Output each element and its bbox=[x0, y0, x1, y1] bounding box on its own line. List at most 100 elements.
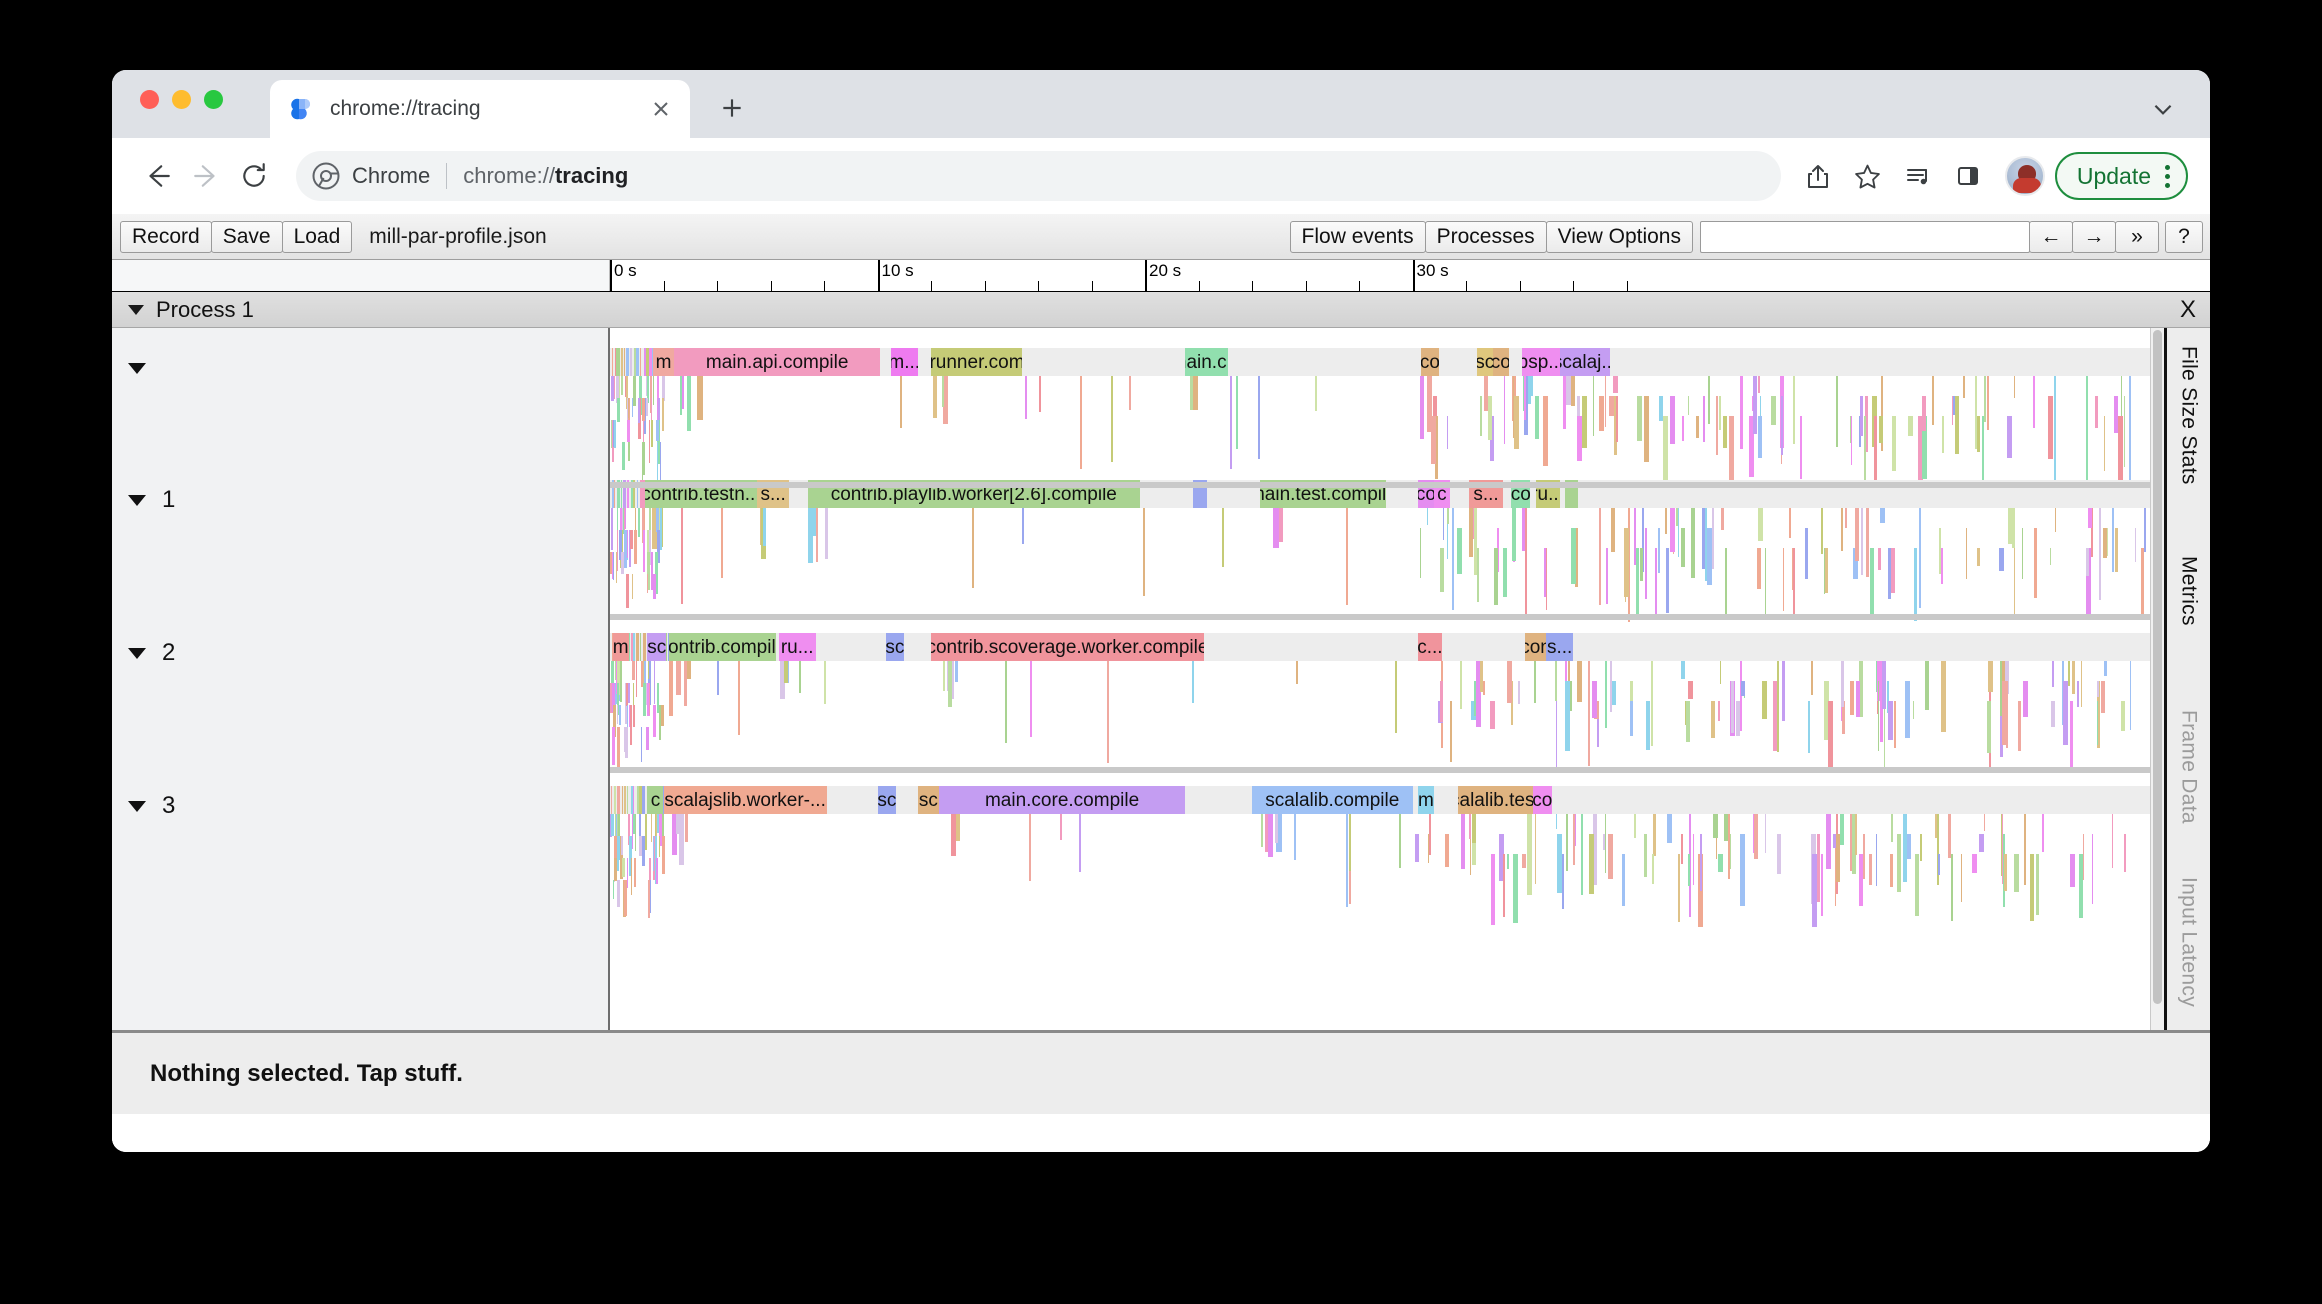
flame-slice[interactable] bbox=[2091, 834, 2093, 904]
flame-slice[interactable] bbox=[956, 814, 960, 842]
flame-slice[interactable] bbox=[1447, 416, 1449, 449]
flame-slice[interactable] bbox=[1874, 416, 1878, 489]
flame-slice[interactable] bbox=[625, 683, 628, 706]
flame-slice[interactable] bbox=[1593, 376, 1595, 436]
flame-slice[interactable] bbox=[1712, 814, 1718, 839]
flame-slice[interactable] bbox=[1487, 396, 1492, 441]
flame-slice[interactable] bbox=[615, 552, 617, 583]
flame-slice[interactable] bbox=[1675, 508, 1678, 527]
flame-slice[interactable]: sc bbox=[1476, 348, 1493, 376]
flame-slice[interactable]: contrib.compile bbox=[668, 633, 776, 661]
flame-slice[interactable]: ru... bbox=[778, 633, 816, 661]
triangle-down-icon[interactable] bbox=[128, 363, 146, 374]
flame-slice[interactable] bbox=[626, 420, 630, 443]
search-overflow-button[interactable]: » bbox=[2115, 220, 2159, 253]
flame-slice[interactable] bbox=[1606, 548, 1609, 605]
flame-slice[interactable] bbox=[1534, 661, 1537, 704]
flame-slice[interactable] bbox=[1817, 834, 1821, 902]
flame-slice[interactable] bbox=[1894, 701, 1897, 748]
flame-slice[interactable]: testrunner.compile bbox=[931, 348, 1022, 376]
flame-slice[interactable] bbox=[638, 836, 642, 857]
flame-slice[interactable] bbox=[1468, 508, 1473, 558]
flame-slice[interactable] bbox=[1739, 376, 1743, 449]
flame-slice[interactable] bbox=[1711, 508, 1714, 570]
flame-slice[interactable] bbox=[1869, 854, 1873, 885]
flame-slice[interactable] bbox=[1905, 681, 1911, 738]
flame-slice[interactable] bbox=[1680, 528, 1685, 567]
flame-slice[interactable] bbox=[617, 530, 619, 571]
flame-slice[interactable] bbox=[2088, 508, 2093, 528]
flame-slice[interactable] bbox=[1981, 416, 1984, 489]
flame-slice[interactable] bbox=[1919, 834, 1922, 861]
flame-slice[interactable] bbox=[629, 705, 631, 728]
flame-slice[interactable] bbox=[679, 376, 683, 415]
flame-slice[interactable]: scalalib.compile bbox=[1252, 786, 1413, 814]
flame-slice[interactable] bbox=[1621, 854, 1625, 906]
flame-slice[interactable] bbox=[955, 661, 959, 682]
flame-slice[interactable] bbox=[2014, 548, 2016, 617]
flame-slice[interactable] bbox=[1527, 814, 1533, 844]
flame-slice[interactable] bbox=[1770, 396, 1776, 425]
flame-slice[interactable] bbox=[1580, 814, 1583, 896]
flame-slice[interactable] bbox=[680, 508, 683, 605]
flame-slice[interactable] bbox=[1564, 681, 1570, 751]
flame-slice[interactable] bbox=[1804, 528, 1808, 580]
flame-slice[interactable] bbox=[616, 836, 620, 860]
update-button[interactable]: Update bbox=[2054, 152, 2188, 200]
flame-slice[interactable] bbox=[631, 661, 635, 680]
flame-slice[interactable] bbox=[620, 376, 623, 395]
flame-slice[interactable] bbox=[1935, 814, 1938, 838]
load-button[interactable]: Load bbox=[281, 220, 353, 253]
flame-slice[interactable] bbox=[1757, 376, 1760, 393]
flame-slice[interactable] bbox=[2049, 548, 2051, 565]
flame-slice[interactable] bbox=[639, 633, 641, 661]
flame-slice[interactable] bbox=[623, 530, 627, 569]
flame-slice[interactable] bbox=[632, 633, 635, 661]
flame-slice[interactable] bbox=[1655, 548, 1658, 615]
flame-slice[interactable] bbox=[1609, 661, 1612, 713]
flame-slice[interactable]: m bbox=[1417, 786, 1434, 814]
close-process-icon[interactable]: X bbox=[2180, 297, 2196, 322]
flame-slice[interactable] bbox=[1880, 508, 1886, 524]
reload-button[interactable] bbox=[230, 152, 278, 200]
flame-slice[interactable] bbox=[1782, 548, 1784, 612]
flame-slice[interactable] bbox=[1566, 814, 1569, 872]
flame-slice[interactable] bbox=[1314, 376, 1317, 411]
flame-slice[interactable] bbox=[636, 661, 638, 697]
flame-slice[interactable] bbox=[1518, 681, 1521, 704]
flame-slice[interactable] bbox=[1840, 508, 1843, 551]
triangle-down-icon[interactable] bbox=[128, 304, 144, 315]
flame-slice[interactable] bbox=[631, 858, 633, 896]
flame-slice[interactable] bbox=[616, 348, 621, 376]
flame-slice[interactable] bbox=[2013, 376, 2015, 399]
flame-slice[interactable] bbox=[1825, 548, 1829, 593]
flame-slice[interactable] bbox=[652, 836, 654, 872]
flame-slice[interactable] bbox=[1707, 376, 1710, 424]
flame-slice[interactable] bbox=[1891, 814, 1893, 842]
flame-slice[interactable] bbox=[1110, 376, 1113, 463]
flame-slice[interactable] bbox=[1640, 548, 1644, 582]
flame-slice[interactable] bbox=[1950, 854, 1953, 922]
flame-slice[interactable] bbox=[1699, 834, 1702, 892]
flame-slice[interactable] bbox=[1605, 376, 1607, 428]
flame-slice[interactable] bbox=[1762, 681, 1768, 719]
flame-slice[interactable] bbox=[2076, 681, 2079, 707]
flame-slice[interactable] bbox=[626, 786, 628, 814]
flame-slice[interactable] bbox=[1662, 416, 1668, 484]
flame-slice[interactable] bbox=[1999, 548, 2005, 572]
flame-slice[interactable] bbox=[1723, 416, 1727, 449]
flame-slice[interactable] bbox=[1690, 508, 1695, 579]
flame-slice[interactable] bbox=[2079, 854, 2084, 919]
flame-slice[interactable] bbox=[1984, 376, 1987, 423]
flame-slice[interactable] bbox=[1862, 834, 1865, 880]
flame-slice[interactable] bbox=[624, 880, 628, 917]
flame-slice[interactable] bbox=[611, 814, 615, 837]
flame-slice[interactable] bbox=[626, 574, 630, 608]
flame-slice[interactable] bbox=[647, 661, 649, 680]
flame-slice[interactable] bbox=[2003, 854, 2007, 891]
flame-slice[interactable] bbox=[1513, 854, 1519, 924]
flame-slice[interactable] bbox=[633, 376, 637, 406]
flame-slice[interactable]: bsp... bbox=[1522, 348, 1560, 376]
flame-slice[interactable] bbox=[1913, 548, 1917, 621]
flame-slice[interactable] bbox=[613, 786, 616, 814]
